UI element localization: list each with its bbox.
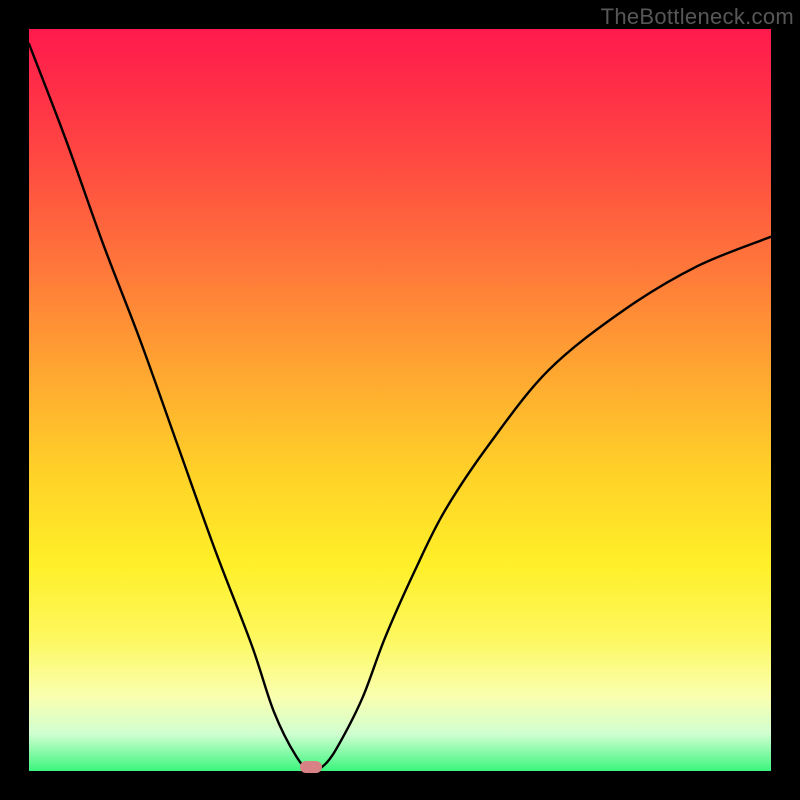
frame: TheBottleneck.com (0, 0, 800, 800)
bottleneck-curve (29, 29, 771, 771)
watermark-text: TheBottleneck.com (601, 4, 794, 30)
optimum-marker (300, 761, 322, 773)
plot-area (29, 29, 771, 771)
